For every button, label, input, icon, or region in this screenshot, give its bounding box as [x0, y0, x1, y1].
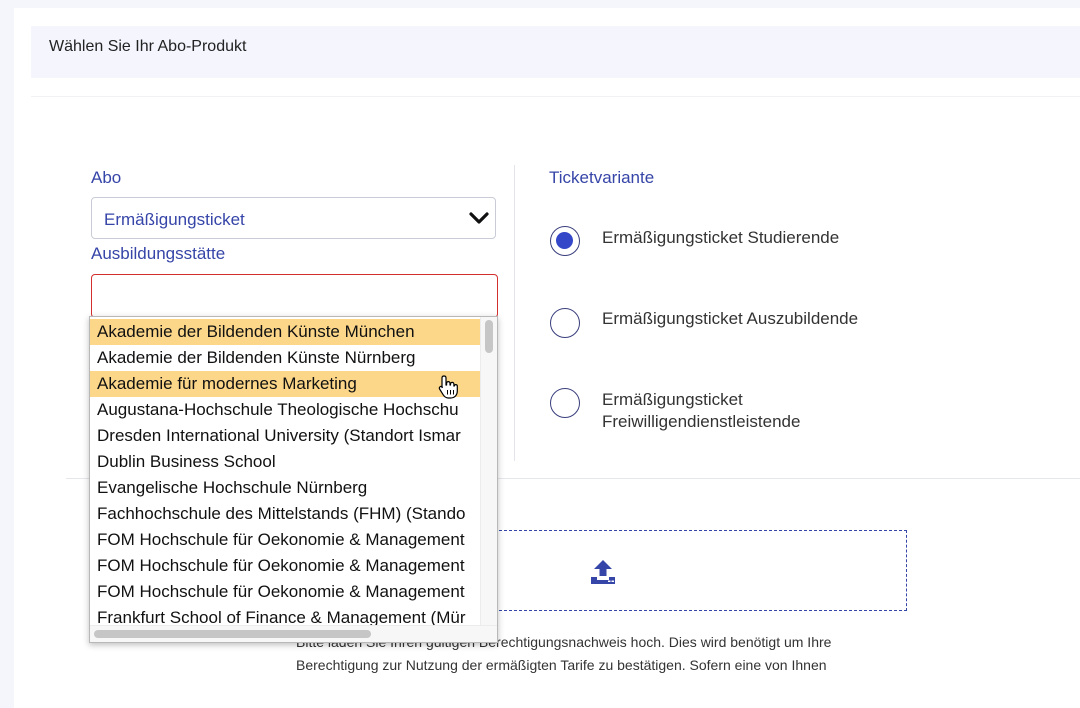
dropdown-option[interactable]: Fachhochschule des Mittelstands (FHM) (S… [90, 501, 483, 527]
upload-hint-line2: Berechtigung zur Nutzung der ermäßigten … [296, 657, 827, 673]
dropdown-vertical-scrollbar[interactable] [480, 317, 497, 627]
abo-select-value: Ermäßigungsticket [104, 210, 245, 229]
dropdown-option[interactable]: Dublin Business School [90, 449, 483, 475]
ausbildung-input[interactable] [91, 274, 498, 318]
radio-auszubildende[interactable] [550, 308, 580, 338]
dropdown-option[interactable]: Akademie der Bildenden Künste Nürnberg [90, 345, 483, 371]
section-title: Wählen Sie Ihr Abo-Produkt [49, 38, 247, 55]
dropdown-horizontal-scroll-thumb[interactable] [94, 630, 371, 638]
upload-hint-line1-text: Berechtigungsnachweis hoch. Dies wird be… [478, 634, 832, 650]
radio-label-freiwillige-line2: Freiwilligendienstleistende [602, 412, 801, 431]
dropdown-option[interactable]: FOM Hochschule für Oekonomie & Managemen… [90, 553, 483, 579]
hand-pointer-cursor-icon [438, 375, 458, 399]
dropdown-option[interactable]: FOM Hochschule für Oekonomie & Managemen… [90, 579, 483, 605]
dropdown-option[interactable]: Augustana-Hochschule Theologische Hochsc… [90, 397, 483, 423]
radio-freiwillige[interactable] [550, 388, 580, 418]
dropdown-option[interactable]: Evangelische Hochschule Nürnberg [90, 475, 483, 501]
ausbildung-dropdown-list[interactable]: Akademie der Bildenden Künste München Ak… [89, 316, 498, 643]
dropdown-horizontal-scrollbar[interactable] [90, 625, 497, 642]
radio-label-freiwillige: Ermäßigungsticket Freiwilligendienstleis… [602, 389, 800, 433]
column-divider [514, 165, 515, 461]
radio-studierende[interactable] [550, 226, 580, 256]
dropdown-option[interactable]: FOM Hochschule für Oekonomie & Managemen… [90, 527, 483, 553]
dropdown-option[interactable]: Akademie für modernes Marketing [90, 371, 483, 397]
dropdown-vertical-scroll-thumb[interactable] [485, 320, 493, 353]
dropdown-option[interactable]: Akademie der Bildenden Künste München [90, 319, 483, 345]
dropdown-option[interactable]: Dresden International University (Stando… [90, 423, 483, 449]
upload-icon[interactable] [589, 558, 617, 586]
abo-select[interactable]: Ermäßigungsticket [91, 197, 496, 239]
upload-dropzone[interactable] [474, 530, 907, 611]
radio-label-studierende: Ermäßigungsticket Studierende [602, 228, 840, 247]
ticketvariante-label: Ticketvariante [549, 168, 655, 187]
radio-label-freiwillige-line1: Ermäßigungsticket [602, 390, 743, 409]
abo-label: Abo [91, 168, 122, 187]
chevron-down-icon [469, 212, 489, 224]
radio-label-auszubildende: Ermäßigungsticket Auszubildende [602, 309, 859, 328]
ausbildung-label: Ausbildungsstätte [91, 244, 226, 263]
